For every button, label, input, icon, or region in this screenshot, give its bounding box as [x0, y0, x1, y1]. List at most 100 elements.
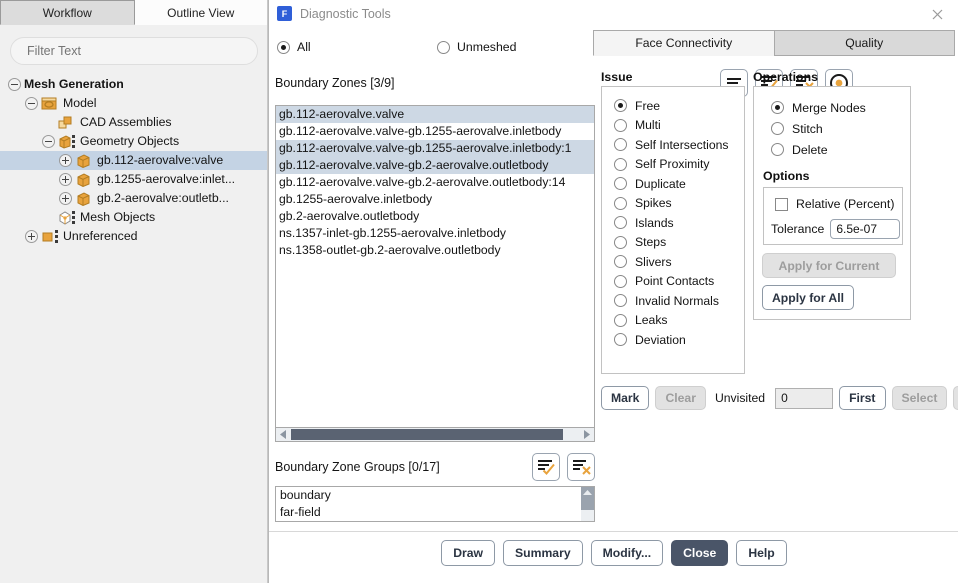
- operation-radio-delete[interactable]: Delete: [754, 139, 910, 160]
- operation-radio-label: Merge Nodes: [792, 101, 866, 115]
- issue-radio-self-proximity[interactable]: Self Proximity: [614, 155, 744, 175]
- collapse-icon[interactable]: [25, 97, 38, 110]
- groups-scroll-up-icon[interactable]: [581, 487, 594, 499]
- boundary-zone-list-item[interactable]: gb.112-aerovalve.valve: [276, 106, 594, 123]
- geometry-cube-icon: [75, 172, 92, 187]
- filter-text-input[interactable]: [10, 37, 258, 65]
- boundary-zone-list-item[interactable]: gb.112-aerovalve.valve-gb.1255-aerovalve…: [276, 140, 594, 157]
- issue-radio-deviation[interactable]: Deviation: [614, 330, 744, 350]
- scroll-right-icon[interactable]: [580, 429, 594, 441]
- clear-button[interactable]: Clear: [655, 386, 706, 410]
- reset-button[interactable]: Reset: [953, 386, 958, 410]
- operation-radio-label: Stitch: [792, 122, 823, 136]
- operation-radio-stitch[interactable]: Stitch: [754, 118, 910, 139]
- group-deselect-all-icon[interactable]: [567, 453, 595, 481]
- issue-radio-leaks[interactable]: Leaks: [614, 311, 744, 331]
- radio-indicator: [614, 255, 627, 268]
- modify-button[interactable]: Modify...: [591, 540, 664, 566]
- unvisited-input[interactable]: [775, 388, 833, 409]
- boundary-zone-group-list-item[interactable]: boundary: [276, 487, 581, 504]
- close-button[interactable]: Close: [671, 540, 728, 566]
- group-select-all-icon[interactable]: [532, 453, 560, 481]
- boundary-zone-list-item[interactable]: ns.1358-outlet-gb.2-aerovalve.outletbody: [276, 242, 594, 259]
- expand-icon[interactable]: [25, 230, 38, 243]
- help-button[interactable]: Help: [736, 540, 786, 566]
- tree-item[interactable]: gb.1255-aerovalve:inlet...: [0, 170, 267, 189]
- boundary-zone-list-item[interactable]: gb.1255-aerovalve.inletbody: [276, 191, 594, 208]
- draw-button[interactable]: Draw: [441, 540, 495, 566]
- tree-item-label: Mesh Generation: [24, 75, 124, 94]
- issue-radio-self-intersections[interactable]: Self Intersections: [614, 135, 744, 155]
- issue-radio-label: Duplicate: [635, 177, 686, 191]
- tolerance-input[interactable]: [830, 219, 900, 239]
- unvisited-label: Unvisited: [715, 391, 765, 405]
- geometry-cube-icon: [75, 191, 92, 206]
- select-button[interactable]: Select: [892, 386, 948, 410]
- tree-item-label: Mesh Objects: [80, 208, 155, 227]
- hscrollbar-thumb[interactable]: [291, 429, 563, 440]
- boundary-zone-list-item[interactable]: ns.1357-inlet-gb.1255-aerovalve.inletbod…: [276, 225, 594, 242]
- tree-item[interactable]: gb.2-aerovalve:outletb...: [0, 189, 267, 208]
- radio-scope-all[interactable]: All: [277, 40, 437, 54]
- collapse-icon[interactable]: [8, 78, 21, 91]
- tree-item[interactable]: CAD Assemblies: [0, 113, 267, 132]
- tree-item[interactable]: Model: [0, 94, 267, 113]
- relative-percent-row[interactable]: Relative (Percent): [764, 194, 902, 214]
- app-logo-letter: F: [282, 9, 288, 19]
- mark-controls-row: Mark Clear Unvisited First Select Reset: [601, 386, 958, 410]
- radio-scope-unmeshed[interactable]: Unmeshed: [437, 40, 516, 54]
- issue-radio-steps[interactable]: Steps: [614, 233, 744, 253]
- issue-radio-spikes[interactable]: Spikes: [614, 194, 744, 214]
- boundary-zones-hscrollbar[interactable]: [275, 428, 595, 442]
- issue-radio-point-contacts[interactable]: Point Contacts: [614, 272, 744, 292]
- boundary-zone-list-item[interactable]: gb.112-aerovalve.valve-gb.1255-aerovalve…: [276, 123, 594, 140]
- issue-radio-label: Free: [635, 99, 660, 113]
- mark-button[interactable]: Mark: [601, 386, 649, 410]
- outline-tree: Mesh GenerationModelCAD AssembliesGeomet…: [0, 71, 267, 246]
- boundary-zone-list-item[interactable]: gb.2-aerovalve.outletbody: [276, 208, 594, 225]
- first-button[interactable]: First: [839, 386, 885, 410]
- boundary-zone-list-item[interactable]: gb.112-aerovalve.valve-gb.2-aerovalve.ou…: [276, 157, 594, 174]
- tree-item-label: Geometry Objects: [80, 132, 179, 151]
- close-icon[interactable]: [922, 3, 952, 25]
- boundary-zone-list-item[interactable]: gb.112-aerovalve.valve-gb.2-aerovalve.ou…: [276, 174, 594, 191]
- radio-scope-all-label: All: [297, 40, 311, 54]
- issue-radio-islands[interactable]: Islands: [614, 213, 744, 233]
- tab-outline-view[interactable]: Outline View: [135, 0, 268, 25]
- first-button-label: First: [849, 391, 875, 405]
- issue-radio-slivers[interactable]: Slivers: [614, 252, 744, 272]
- radio-indicator: [771, 101, 784, 114]
- summary-button[interactable]: Summary: [503, 540, 583, 566]
- tree-item-label: gb.1255-aerovalve:inlet...: [97, 170, 235, 189]
- groups-vscrollbar[interactable]: [581, 487, 594, 521]
- tab-face-connectivity[interactable]: Face Connectivity: [593, 30, 774, 56]
- boundary-zone-groups-list[interactable]: boundaryfar-field: [275, 486, 595, 522]
- operation-radio-merge-nodes[interactable]: Merge Nodes: [754, 97, 910, 118]
- groups-vscrollbar-thumb[interactable]: [581, 499, 594, 510]
- tree-item[interactable]: Unreferenced: [0, 227, 267, 246]
- issue-radio-multi[interactable]: Multi: [614, 116, 744, 136]
- expand-icon[interactable]: [59, 173, 72, 186]
- boundary-zone-group-list-item[interactable]: far-field: [276, 504, 581, 521]
- apply-for-all-button[interactable]: Apply for All: [762, 285, 854, 310]
- relative-percent-checkbox[interactable]: [775, 198, 788, 211]
- tree-item[interactable]: Mesh Generation: [0, 75, 267, 94]
- tree-item-label: Model: [63, 94, 97, 113]
- tree-item[interactable]: gb.112-aerovalve:valve: [0, 151, 267, 170]
- issue-radio-label: Point Contacts: [635, 274, 714, 288]
- issue-radio-duplicate[interactable]: Duplicate: [614, 174, 744, 194]
- issue-radio-invalid-normals[interactable]: Invalid Normals: [614, 291, 744, 311]
- tree-item[interactable]: Mesh Objects: [0, 208, 267, 227]
- boundary-zones-list[interactable]: gb.112-aerovalve.valvegb.112-aerovalve.v…: [275, 105, 595, 428]
- tree-item[interactable]: Geometry Objects: [0, 132, 267, 151]
- issue-radio-label: Invalid Normals: [635, 294, 719, 308]
- expand-icon[interactable]: [59, 192, 72, 205]
- apply-for-current-button[interactable]: Apply for Current: [762, 253, 896, 278]
- scroll-left-icon[interactable]: [276, 429, 290, 441]
- issue-radio-free[interactable]: Free: [614, 96, 744, 116]
- collapse-icon[interactable]: [42, 135, 55, 148]
- boundary-zone-groups-title: Boundary Zone Groups [0/17]: [275, 460, 440, 474]
- tab-workflow[interactable]: Workflow: [0, 0, 135, 25]
- expand-icon[interactable]: [59, 154, 72, 167]
- tab-quality[interactable]: Quality: [774, 30, 956, 56]
